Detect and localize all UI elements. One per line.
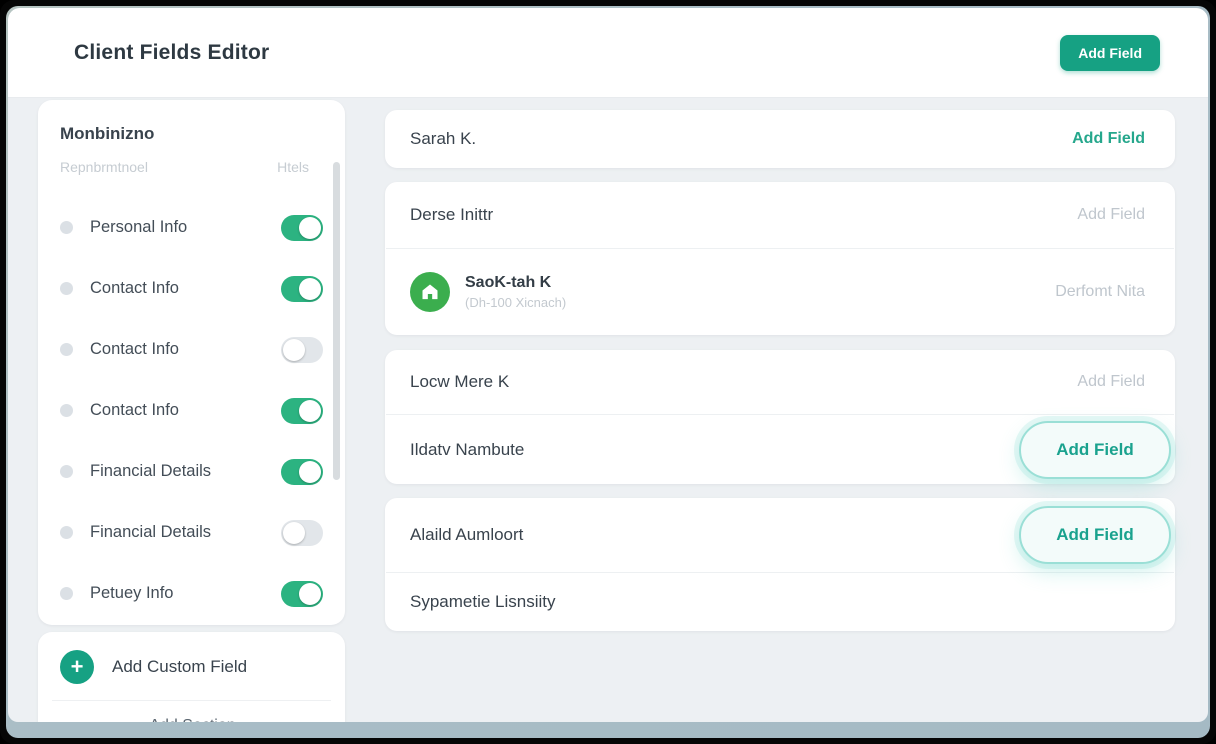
sidebar-item-label: Contact Info bbox=[90, 401, 281, 420]
sidebar-item-label: Petuey Info bbox=[90, 584, 281, 603]
home-icon bbox=[410, 272, 450, 312]
field-row-locw[interactable]: Locw Mere K Add Field bbox=[385, 350, 1175, 414]
add-field-link-muted[interactable]: Add Field bbox=[1077, 373, 1145, 391]
sidebar-scrollbar[interactable] bbox=[333, 162, 340, 480]
sidebar-subtitle-right: Htels bbox=[277, 159, 309, 175]
add-custom-field-label: Add Custom Field bbox=[112, 657, 247, 677]
sidebar-subtitle-left: Repnbrmtnoel bbox=[60, 159, 148, 175]
field-row-ildatv[interactable]: Ildatv Nambute Add Field bbox=[385, 415, 1175, 484]
field-label: Locw Mere K bbox=[410, 372, 509, 392]
add-field-button[interactable]: Add Field bbox=[1060, 35, 1160, 71]
field-row-alaild[interactable]: Alaild Aumloort Add Field bbox=[385, 498, 1175, 572]
toggle-knob bbox=[299, 461, 321, 483]
field-label: Derse Inittr bbox=[410, 205, 493, 225]
header: Client Fields Editor Add Field bbox=[8, 8, 1208, 98]
toggle-knob bbox=[283, 339, 305, 361]
drag-handle-dot-icon bbox=[60, 465, 73, 478]
toggle-contact-info-3[interactable] bbox=[281, 398, 323, 424]
sidebar-item-contact-info-1[interactable]: Contact Info bbox=[60, 258, 325, 319]
sidebar-item-financial-details-1[interactable]: Financial Details bbox=[60, 441, 325, 502]
toggle-financial-details-1[interactable] bbox=[281, 459, 323, 485]
toggle-contact-info-2[interactable] bbox=[281, 337, 323, 363]
drag-handle-dot-icon bbox=[60, 526, 73, 539]
sidebar-actions-panel: + Add Custom Field Add Section bbox=[38, 632, 345, 722]
field-label: Sarah K. bbox=[410, 129, 476, 149]
sidebar-item-personal-info[interactable]: Personal Info bbox=[60, 197, 325, 258]
field-group-1: Derse Inittr Add Field SaoK-tah K (Dh-10… bbox=[385, 182, 1175, 335]
drag-handle-dot-icon bbox=[60, 404, 73, 417]
toggle-knob bbox=[299, 278, 321, 300]
sidebar-item-label: Financial Details bbox=[90, 523, 281, 542]
sidebar-section-list: Personal Info Contact Info Contact Info bbox=[60, 197, 325, 624]
sidebar-title: Monbinizno bbox=[60, 124, 325, 144]
sidebar-item-financial-details-2[interactable]: Financial Details bbox=[60, 502, 325, 563]
toggle-knob bbox=[299, 583, 321, 605]
toggle-knob bbox=[299, 217, 321, 239]
sidebar-item-label: Contact Info bbox=[90, 340, 281, 359]
field-label: Ildatv Nambute bbox=[410, 440, 524, 460]
sidebar-sections-panel: Monbinizno Repnbrmtnoel Htels Personal I… bbox=[38, 100, 345, 625]
field-row-sypametie[interactable]: Sypametie Lisnsiity bbox=[385, 573, 1175, 631]
subject-subtitle: (Dh-100 Xicnach) bbox=[465, 295, 566, 310]
subject-title: SaoK-tah K bbox=[465, 274, 566, 292]
drag-handle-dot-icon bbox=[60, 221, 73, 234]
drag-handle-dot-icon bbox=[60, 587, 73, 600]
field-row-saoktah[interactable]: SaoK-tah K (Dh-100 Xicnach) Derfomt Nita bbox=[385, 249, 1175, 334]
screenshot-frame: Client Fields Editor Add Field Monbinizn… bbox=[0, 0, 1216, 744]
add-field-link[interactable]: Add Field bbox=[1072, 130, 1145, 148]
toggle-contact-info-1[interactable] bbox=[281, 276, 323, 302]
drag-handle-dot-icon bbox=[60, 282, 73, 295]
subject-text: SaoK-tah K (Dh-100 Xicnach) bbox=[465, 274, 566, 310]
toggle-financial-details-2[interactable] bbox=[281, 520, 323, 546]
field-label: Sypametie Lisnsiity bbox=[410, 592, 556, 612]
sidebar-item-label: Personal Info bbox=[90, 218, 281, 237]
desktop-background: Client Fields Editor Add Field Monbinizn… bbox=[6, 6, 1210, 738]
sidebar-item-label: Financial Details bbox=[90, 462, 281, 481]
add-custom-field-button[interactable]: + Add Custom Field bbox=[60, 646, 325, 688]
toggle-petuey-info[interactable] bbox=[281, 581, 323, 607]
sidebar-item-contact-info-2[interactable]: Contact Info bbox=[60, 319, 325, 380]
field-group-2: Locw Mere K Add Field Ildatv Nambute Add… bbox=[385, 350, 1175, 484]
add-field-link-muted[interactable]: Add Field bbox=[1077, 206, 1145, 224]
sidebar-item-petuey-info[interactable]: Petuey Info bbox=[60, 563, 325, 624]
field-label: Alaild Aumloort bbox=[410, 525, 523, 545]
divider bbox=[52, 700, 331, 701]
field-row-sarah[interactable]: Sarah K. Add Field bbox=[385, 110, 1175, 168]
drag-handle-dot-icon bbox=[60, 343, 73, 356]
toggle-knob bbox=[283, 522, 305, 544]
sidebar-item-contact-info-3[interactable]: Contact Info bbox=[60, 380, 325, 441]
add-section-button[interactable]: Add Section bbox=[60, 717, 325, 722]
field-group-3: Alaild Aumloort Add Field Sypametie Lisn… bbox=[385, 498, 1175, 631]
app-window: Client Fields Editor Add Field Monbinizn… bbox=[8, 8, 1208, 722]
toggle-personal-info[interactable] bbox=[281, 215, 323, 241]
add-field-pill-button[interactable]: Add Field bbox=[1019, 506, 1171, 564]
field-row-derse[interactable]: Derse Inittr Add Field bbox=[385, 182, 1175, 248]
toggle-knob bbox=[299, 400, 321, 422]
row-right-muted-text: Derfomt Nita bbox=[1055, 283, 1145, 301]
sidebar-subheader: Repnbrmtnoel Htels bbox=[60, 159, 325, 175]
plus-icon: + bbox=[60, 650, 94, 684]
add-field-pill-button[interactable]: Add Field bbox=[1019, 421, 1171, 479]
sidebar-item-label: Contact Info bbox=[90, 279, 281, 298]
page-title: Client Fields Editor bbox=[74, 41, 269, 65]
